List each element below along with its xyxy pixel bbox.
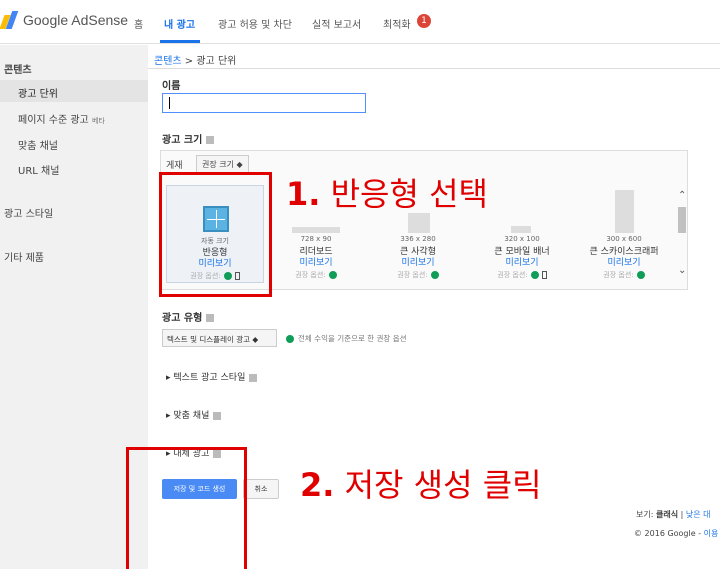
preview-link[interactable]: 미리보기 xyxy=(266,255,366,268)
annotation-box-save xyxy=(126,447,247,569)
size-thumbnail xyxy=(292,227,340,233)
annotation-box-responsive xyxy=(159,172,272,297)
text-cursor xyxy=(169,97,170,109)
size-filter-select[interactable]: 권장 크기 ◆ xyxy=(196,155,249,173)
copyright: © 2016 Google - 이용 xyxy=(634,529,719,538)
name-input[interactable] xyxy=(162,93,366,113)
size-card-large-skyscraper[interactable]: 300 x 600 큰 스카이스크래퍼 미리보기 권장 옵션: xyxy=(574,185,674,285)
custom-channels-toggle[interactable]: ▸ 맞춤 채널 xyxy=(166,408,222,421)
nav-my-ads[interactable]: 내 광고 xyxy=(164,16,195,31)
breadcrumb-current: 광고 단위 xyxy=(196,56,237,67)
ad-size-label: 광고 크기 xyxy=(162,131,215,146)
help-icon xyxy=(249,373,258,382)
help-icon[interactable] xyxy=(206,136,215,144)
nav-allow-block-ads[interactable]: 광고 허용 및 차단 xyxy=(218,16,292,31)
size-thumbnail xyxy=(511,226,531,233)
nav-performance-reports[interactable]: 실적 보고서 xyxy=(312,16,361,31)
terms-link[interactable]: 이용 xyxy=(704,529,719,538)
sidebar-header-content[interactable]: 콘텐츠 xyxy=(4,61,32,76)
help-icon[interactable] xyxy=(206,314,215,322)
check-icon xyxy=(530,271,539,279)
low-bandwidth-link[interactable]: 낮은 대 xyxy=(686,510,711,519)
active-tab-indicator xyxy=(160,40,200,43)
text-ad-style-toggle[interactable]: ▸ 텍스트 광고 스타일 xyxy=(166,370,258,383)
sidebar-item-url-channels[interactable]: URL 채널 xyxy=(18,162,59,177)
breadcrumb-link-content[interactable]: 콘텐츠 xyxy=(154,56,182,67)
preview-link[interactable]: 미리보기 xyxy=(368,255,468,268)
adsense-logo-icon xyxy=(0,11,19,29)
preview-link[interactable]: 미리보기 xyxy=(574,255,674,268)
top-bar: Google AdSense 홈 내 광고 광고 허용 및 차단 실적 보고서 … xyxy=(0,0,720,44)
scroll-up-icon[interactable]: ⌃ xyxy=(678,190,686,201)
check-icon xyxy=(286,335,294,343)
sidebar-item-ad-units[interactable]: 광고 단위 xyxy=(0,80,148,102)
preview-link[interactable]: 미리보기 xyxy=(472,255,572,268)
divider xyxy=(148,68,720,69)
size-thumbnail xyxy=(408,213,430,233)
ad-type-select[interactable]: 텍스트 및 디스플레이 광고 ◆ xyxy=(162,329,277,347)
nav-optimization[interactable]: 최적화 xyxy=(383,16,411,31)
annotation-step1: 1. 반응형 선택 xyxy=(286,175,488,213)
annotation-step2: 2. 저장 생성 클릭 xyxy=(300,466,542,504)
check-icon xyxy=(430,271,439,279)
sidebar-item-other-products[interactable]: 기타 제품 xyxy=(4,249,44,264)
sidebar-item-custom-channels[interactable]: 맞춤 채널 xyxy=(18,137,58,152)
help-icon xyxy=(213,411,222,420)
size-scrollbar-thumb[interactable] xyxy=(678,207,686,233)
check-icon xyxy=(328,271,337,279)
breadcrumb: 콘텐츠 > 광고 단위 xyxy=(154,56,237,67)
beta-badge: 베타 xyxy=(91,117,105,125)
adsense-logo[interactable]: Google AdSense xyxy=(0,11,129,29)
filter-label: 게재 xyxy=(166,161,183,171)
scroll-down-icon[interactable]: ⌄ xyxy=(678,265,686,276)
sidebar-item-label: 광고 단위 xyxy=(18,89,58,100)
mobile-icon xyxy=(541,271,547,279)
ad-type-label: 광고 유형 xyxy=(162,309,215,324)
name-label: 이름 xyxy=(162,81,181,92)
app-name: Google AdSense xyxy=(23,12,129,28)
sidebar-item-page-level-ads[interactable]: 페이지 수준 광고 베타 xyxy=(18,111,105,126)
ad-type-note: 전체 수익을 기준으로 한 권장 옵션 xyxy=(286,333,407,344)
cancel-button[interactable]: 취소 xyxy=(243,479,279,499)
optimization-badge: 1 xyxy=(417,14,431,28)
sidebar-item-ad-style[interactable]: 광고 스타일 xyxy=(4,205,53,220)
view-switcher: 보기: 클래식 | 낮은 대 xyxy=(636,510,711,519)
nav-home[interactable]: 홈 xyxy=(134,16,143,31)
size-thumbnail xyxy=(615,190,634,233)
check-icon xyxy=(636,271,645,279)
